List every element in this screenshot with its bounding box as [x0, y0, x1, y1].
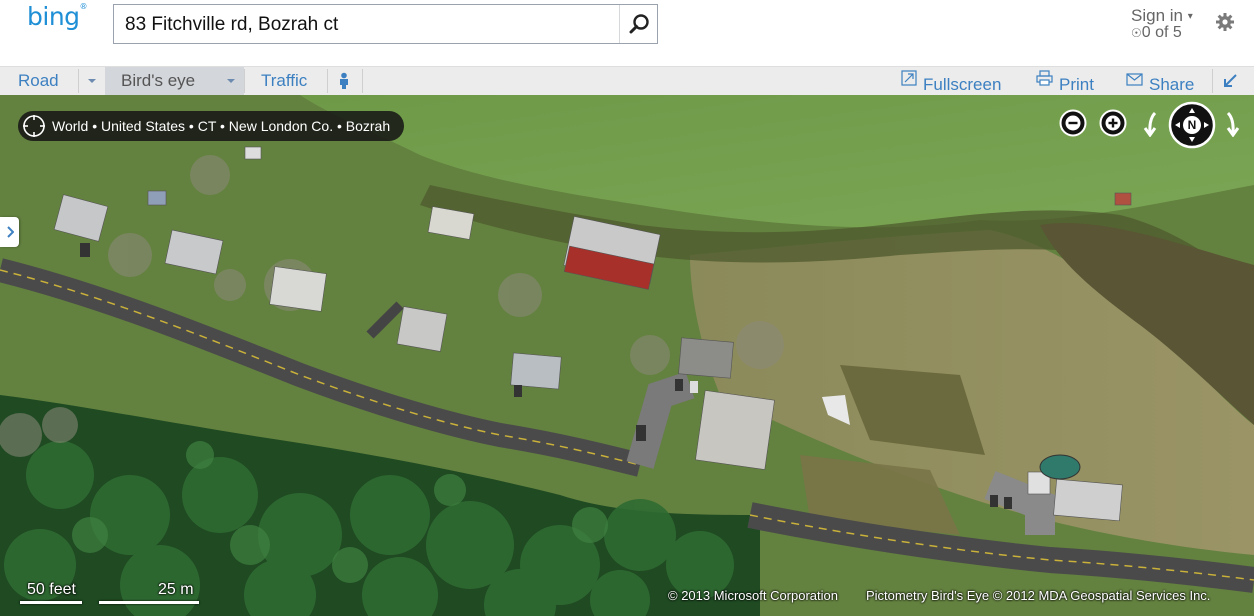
header: bing® Sign in ▾ ☉0 of 5	[0, 0, 1254, 66]
zoom-out-icon[interactable]	[1059, 109, 1087, 137]
print-button[interactable]: Print	[1036, 67, 1094, 95]
traffic-button[interactable]: Traffic	[261, 67, 307, 95]
divider	[362, 69, 363, 93]
chevron-down-icon	[88, 79, 96, 83]
rotate-left-icon[interactable]	[1141, 111, 1161, 137]
zoom-in-icon[interactable]	[1099, 109, 1127, 137]
aerial-imagery	[0, 95, 1254, 616]
print-icon	[1036, 70, 1053, 86]
expand-panel-tab[interactable]	[0, 217, 19, 247]
print-label: Print	[1059, 75, 1094, 94]
search-button[interactable]	[619, 5, 657, 43]
divider	[244, 69, 245, 93]
share-button[interactable]: Share	[1126, 67, 1194, 95]
rotate-right-icon[interactable]	[1222, 111, 1242, 137]
rewards-icon: ☉	[1131, 26, 1142, 40]
rewards-label: 0 of 5	[1141, 24, 1182, 41]
scale-meters-label: 25 m	[158, 581, 194, 598]
fullscreen-label: Fullscreen	[923, 75, 1002, 94]
scale-feet-label: 50 feet	[27, 581, 76, 598]
chevron-down-icon	[227, 79, 235, 83]
divider	[327, 69, 328, 93]
birds-eye-label: Bird's eye	[121, 71, 196, 90]
share-label: Share	[1149, 75, 1195, 94]
mail-icon	[1126, 73, 1143, 86]
bing-maps-window: bing® Sign in ▾ ☉0 of 5	[0, 0, 1254, 616]
location-breadcrumb[interactable]: World • United States • CT • New London …	[18, 111, 405, 141]
collapse-arrow-icon	[1224, 74, 1237, 87]
search-box	[113, 4, 658, 44]
sign-in-link[interactable]: Sign in ▾	[1131, 6, 1193, 26]
breadcrumb-text: World • United States • CT • New London …	[52, 118, 391, 134]
scale-bar-meters	[99, 601, 199, 604]
copyright-pictometry: Pictometry Bird's Eye © 2012 MDA Geospat…	[866, 588, 1211, 603]
map-toolbar: Road Bird's eye Traffic Fullscreen Print…	[0, 66, 1254, 95]
gear-icon[interactable]	[1215, 12, 1235, 32]
fullscreen-icon	[901, 70, 917, 86]
traffic-label: Traffic	[261, 71, 308, 90]
compass-north-label: N	[1187, 118, 1197, 132]
copyright-microsoft: © 2013 Microsoft Corporation	[668, 588, 838, 603]
chevron-down-icon: ▾	[1187, 11, 1193, 23]
search-icon	[629, 14, 649, 34]
road-view-button[interactable]: Road	[18, 67, 59, 95]
collapse-panel-button[interactable]	[1222, 67, 1242, 95]
sign-in-label: Sign in	[1131, 6, 1183, 25]
birds-eye-view-button[interactable]: Bird's eye	[105, 67, 218, 95]
birds-eye-dropdown-button[interactable]	[218, 67, 244, 95]
road-dropdown-button[interactable]	[79, 67, 105, 95]
streetside-button[interactable]	[337, 67, 353, 95]
road-label: Road	[18, 71, 59, 90]
divider	[1212, 69, 1213, 93]
scale-bar-feet	[20, 601, 82, 604]
person-icon	[340, 72, 348, 89]
rewards-counter[interactable]: ☉0 of 5	[1131, 24, 1182, 42]
locate-icon[interactable]	[22, 114, 46, 138]
chevron-right-icon	[6, 226, 14, 238]
fullscreen-button[interactable]: Fullscreen	[901, 67, 1001, 95]
map-canvas[interactable]: World • United States • CT • New London …	[0, 95, 1254, 616]
bing-logo[interactable]: bing®	[27, 2, 88, 31]
search-input[interactable]	[125, 13, 615, 37]
